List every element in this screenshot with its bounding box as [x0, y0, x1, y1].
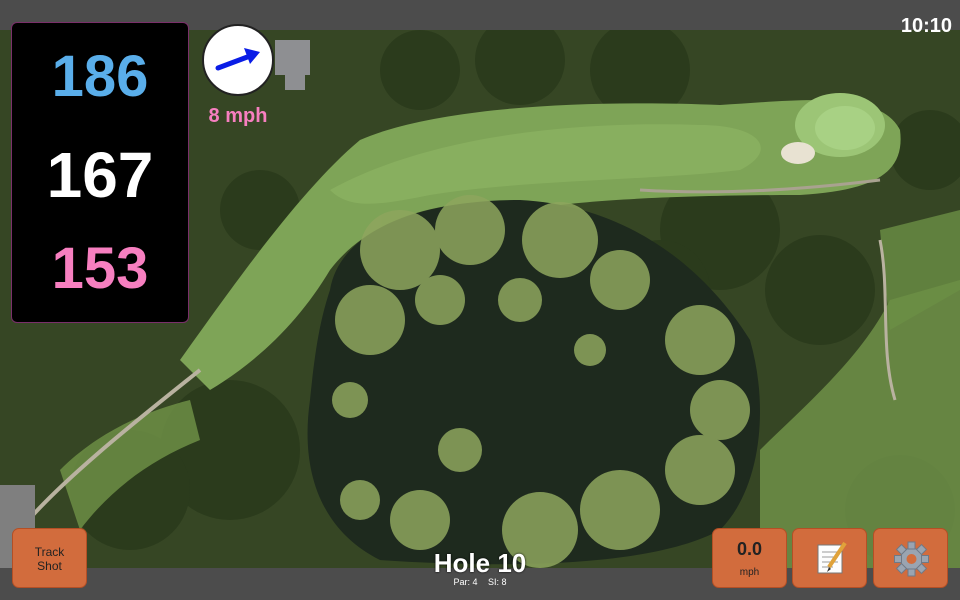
speed-button[interactable]: 0.0 mph	[712, 528, 787, 588]
hole-meta: Par: 4 SI: 8	[380, 577, 580, 587]
track-shot-button[interactable]: Track Shot	[12, 528, 87, 588]
hole-title: Hole 10	[433, 548, 527, 578]
track-shot-label-line1: Track	[34, 545, 65, 559]
yardage-panel: 186 167 153	[11, 22, 189, 323]
front-yardage: 153	[51, 236, 149, 301]
speed-value: 0.0	[736, 539, 763, 559]
track-shot-label-line2: Shot	[37, 559, 62, 573]
gear-icon	[894, 541, 929, 577]
middle-yardage: 167	[46, 139, 154, 211]
speed-unit: mph	[739, 567, 760, 578]
notepad-icon	[817, 541, 847, 574]
back-yardage: 186	[51, 44, 149, 109]
hole-par: Par: 4	[453, 577, 478, 587]
status-clock: 10:10	[900, 15, 952, 37]
hole-stroke-index: SI: 8	[488, 577, 507, 587]
wind-indicator	[202, 24, 274, 96]
wind-speed-label: 8 mph	[208, 105, 268, 127]
notes-button[interactable]	[792, 528, 867, 588]
wind-arrow-icon	[215, 48, 260, 71]
settings-button[interactable]	[873, 528, 948, 588]
